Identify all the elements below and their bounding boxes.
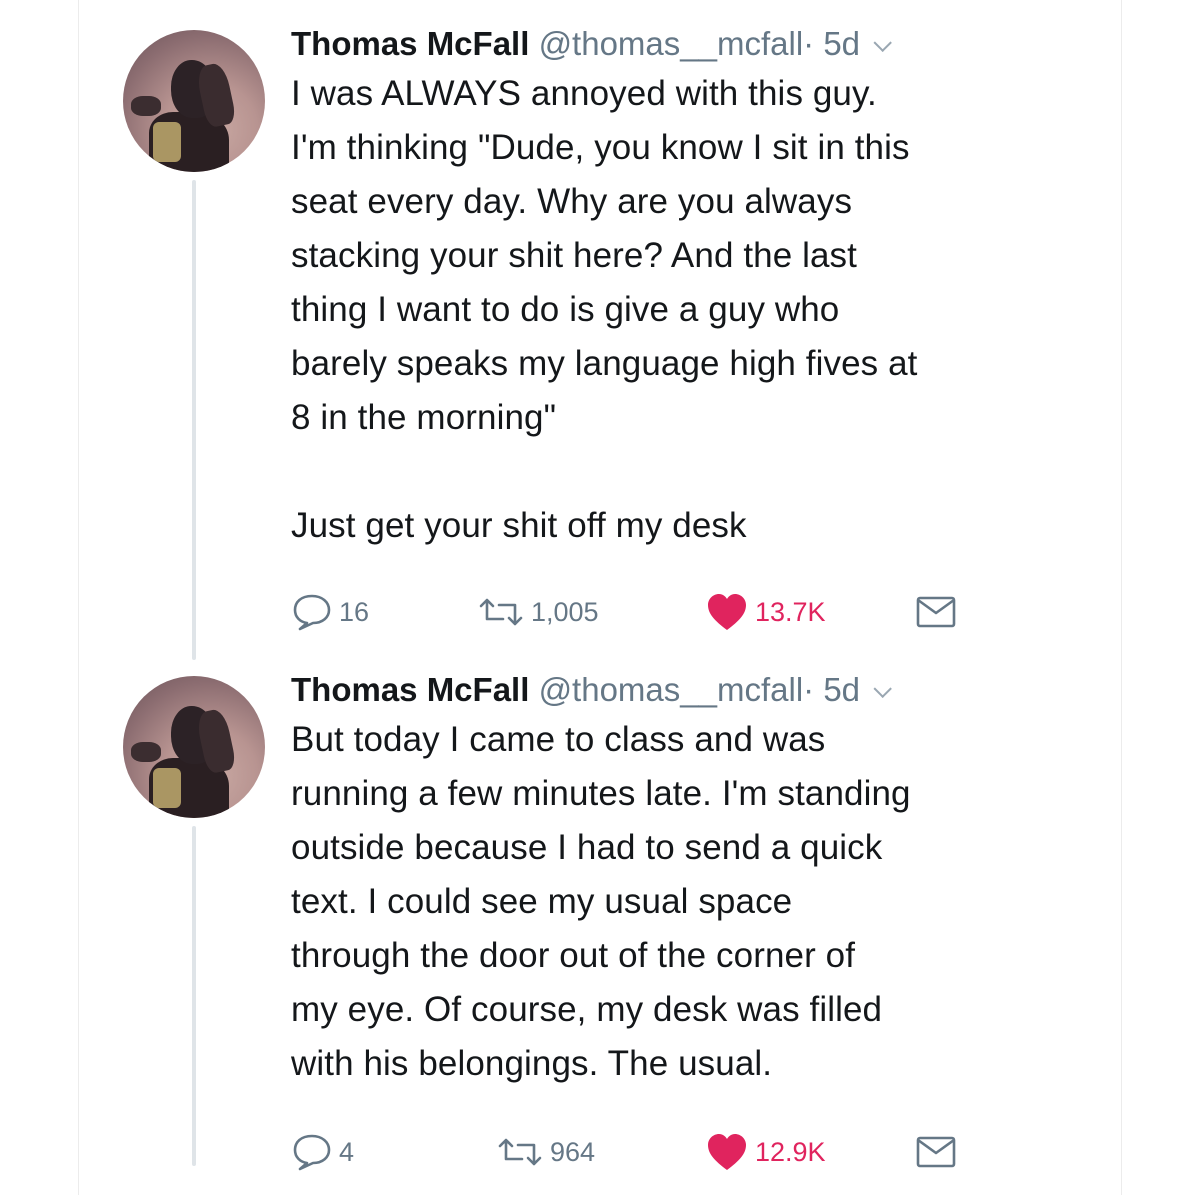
retweet-button[interactable]: 1,005 xyxy=(477,592,599,632)
thread-connector-line xyxy=(192,826,196,1166)
retweet-button[interactable]: 964 xyxy=(496,1132,595,1172)
frame-border-right xyxy=(1121,0,1122,1195)
like-count: 13.7K xyxy=(755,596,826,627)
chevron-down-icon[interactable] xyxy=(873,679,893,699)
avatar[interactable] xyxy=(123,30,265,172)
display-name[interactable]: Thomas McFall xyxy=(291,25,529,62)
retweet-count: 964 xyxy=(550,1136,596,1167)
direct-message-button[interactable] xyxy=(915,592,957,632)
display-name[interactable]: Thomas McFall xyxy=(291,671,529,708)
retweet-icon xyxy=(498,1138,542,1166)
tweet-actions: 4 964 12.9K xyxy=(291,1132,991,1172)
tweet-actions: 16 1,005 13.7K xyxy=(291,592,991,632)
retweet-count: 1,005 xyxy=(531,596,599,627)
reply-count: 4 xyxy=(339,1136,355,1167)
chevron-down-icon[interactable] xyxy=(873,33,893,53)
tweet-text: But today I came to class and was runnin… xyxy=(291,720,911,1083)
user-handle[interactable]: @thomas__mcfall xyxy=(539,671,804,708)
heart-icon xyxy=(708,1134,746,1170)
reply-icon xyxy=(293,1134,331,1171)
envelope-icon xyxy=(916,596,956,628)
reply-count: 16 xyxy=(339,596,370,627)
retweet-icon xyxy=(479,598,523,626)
like-count: 12.9K xyxy=(755,1136,826,1167)
tweet-age[interactable]: · 5d xyxy=(803,671,860,708)
tweet-thread-screenshot: Thomas McFall @thomas__mcfall· 5d I was … xyxy=(0,0,1200,1195)
frame-border-left xyxy=(78,0,79,1195)
heart-icon xyxy=(708,594,746,630)
tweet-text: I was ALWAYS annoyed with this guy. I'm … xyxy=(291,74,918,545)
tweet-header: Thomas McFall @thomas__mcfall· 5d xyxy=(291,670,1091,710)
reply-button[interactable]: 4 xyxy=(291,1132,354,1172)
reply-button[interactable]: 16 xyxy=(291,592,369,632)
tweet-header: Thomas McFall @thomas__mcfall· 5d xyxy=(291,24,1091,64)
thread-connector-line xyxy=(192,180,196,660)
tweet-age[interactable]: · 5d xyxy=(803,25,860,62)
envelope-icon xyxy=(916,1136,956,1168)
like-button[interactable]: 13.7K xyxy=(705,592,826,632)
user-handle[interactable]: @thomas__mcfall xyxy=(539,25,804,62)
reply-icon xyxy=(293,594,331,631)
avatar[interactable] xyxy=(123,676,265,818)
like-button[interactable]: 12.9K xyxy=(705,1132,826,1172)
direct-message-button[interactable] xyxy=(915,1132,957,1172)
